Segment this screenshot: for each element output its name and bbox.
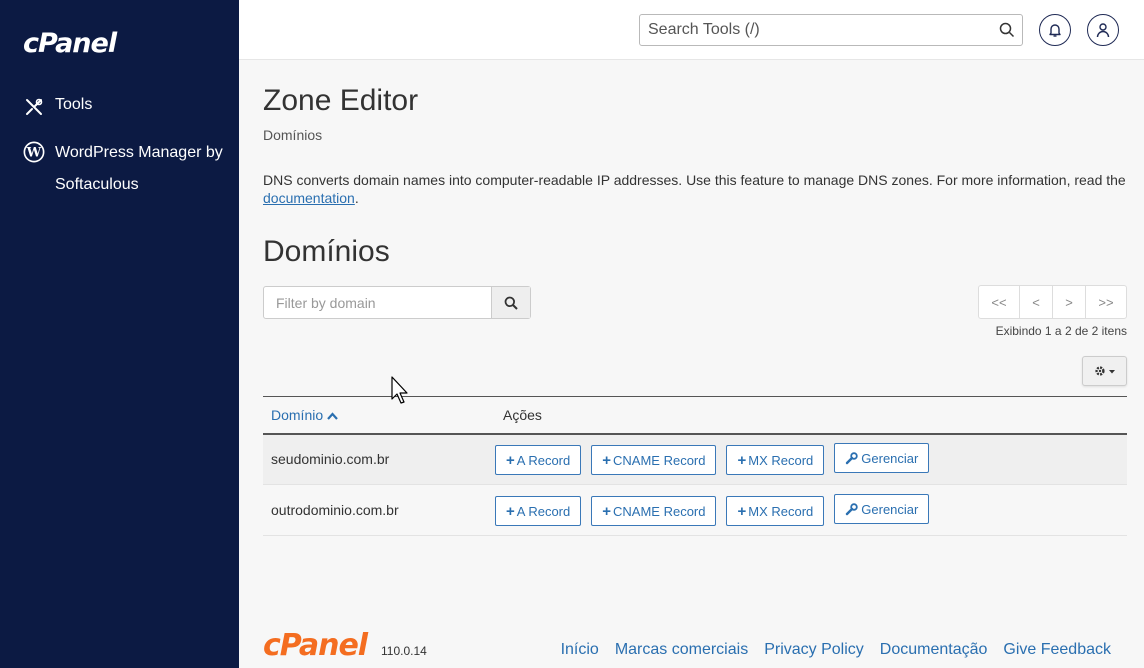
page-description: DNS converts domain names into computer-…	[263, 172, 1126, 206]
bell-icon	[1049, 24, 1061, 37]
prev-page-button[interactable]: <	[1019, 286, 1052, 318]
footer-link-trademarks[interactable]: Marcas comerciais	[615, 641, 748, 659]
sidebar-item-tools[interactable]: Tools	[23, 96, 92, 118]
column-actions-header: Ações	[503, 406, 542, 423]
section-title: Domínios	[263, 235, 390, 268]
first-page-button[interactable]: <<	[979, 286, 1019, 318]
svg-text:W: W	[26, 146, 42, 161]
gear-icon	[1094, 366, 1115, 376]
filter-search-button[interactable]	[491, 287, 530, 318]
plus-icon: +	[602, 451, 612, 469]
add-a-record-button[interactable]: + A Record	[495, 496, 582, 526]
domain-cell: seudominio.com.br	[271, 451, 390, 468]
add-a-record-button[interactable]: + A Record	[495, 445, 582, 476]
settings-dropdown-button[interactable]	[1082, 356, 1127, 386]
add-cname-record-button[interactable]: + CNAME Record	[591, 445, 717, 476]
domain-filter	[263, 286, 531, 319]
footer-link-documentation[interactable]: Documentação	[880, 641, 988, 659]
documentation-link[interactable]: documentation	[263, 190, 355, 206]
domain-cell: outrodominio.com.br	[271, 502, 399, 518]
top-bar	[239, 0, 1144, 60]
add-mx-record-button[interactable]: + MX Record	[726, 496, 825, 526]
plus-icon: +	[602, 502, 612, 520]
next-page-button[interactable]: >	[1052, 286, 1085, 318]
footer-link-feedback[interactable]: Give Feedback	[1003, 641, 1111, 659]
footer-link-privacy[interactable]: Privacy Policy	[764, 641, 864, 659]
add-cname-record-button[interactable]: + CNAME Record	[591, 496, 717, 526]
domains-table: Domínio Ações seudominio.com.br + A Recor…	[263, 396, 1127, 536]
manage-button[interactable]: Gerenciar	[834, 443, 930, 474]
item-count: Exibindo 1 a 2 de 2 itens	[995, 324, 1127, 338]
search-icon	[504, 296, 518, 310]
plus-icon: +	[506, 451, 515, 469]
search-icon[interactable]	[992, 22, 1022, 38]
sidebar: cPanel Tools W WordPress Manager by Soft…	[0, 0, 239, 668]
add-mx-record-button[interactable]: + MX Record	[726, 445, 825, 476]
plus-icon: +	[737, 502, 747, 520]
user-menu-button[interactable]	[1087, 14, 1119, 46]
sort-ascending-icon	[327, 412, 338, 420]
breadcrumb: Domínios	[263, 127, 323, 143]
wrench-icon	[846, 452, 858, 464]
sidebar-item-wordpress[interactable]: W WordPress Manager by Softaculous	[23, 141, 223, 201]
actions-cell: + A Record + CNAME Record + MX Record Gerencia…	[495, 434, 1127, 485]
wrench-icon	[846, 502, 858, 515]
wordpress-icon: W	[23, 141, 45, 163]
cpanel-logo[interactable]: cPanel	[23, 28, 117, 59]
column-domain-header[interactable]: Domínio	[263, 397, 495, 434]
search-tools	[639, 14, 1023, 46]
pagination: << < > >>	[978, 285, 1127, 319]
plus-icon: +	[506, 502, 515, 520]
plus-icon: +	[737, 451, 747, 469]
page-title: Zone Editor	[263, 84, 419, 117]
notifications-button[interactable]	[1039, 14, 1071, 46]
footer-cpanel-logo: cPanel	[263, 628, 368, 663]
table-row: outrodominio.com.br + A Record + CNAME Reco…	[263, 484, 1127, 536]
filter-input[interactable]	[264, 287, 492, 318]
tools-icon	[23, 96, 45, 118]
footer-links: Início Marcas comerciais Privacy Policy …	[561, 641, 1111, 659]
footer-link-home[interactable]: Início	[561, 641, 599, 659]
version-label: 110.0.14	[381, 644, 427, 658]
manage-button[interactable]: Gerenciar	[834, 494, 930, 524]
actions-cell: + A Record + CNAME Record + MX Record Gerencia…	[495, 485, 1127, 536]
last-page-button[interactable]: >>	[1085, 286, 1126, 318]
sidebar-item-label: WordPress Manager by Softaculous	[55, 144, 223, 193]
search-input[interactable]	[640, 15, 992, 45]
mouse-cursor-icon	[391, 376, 408, 404]
user-icon	[1096, 23, 1110, 38]
sidebar-item-label: Tools	[55, 96, 93, 113]
table-row: seudominio.com.br + A Record + CNAME Record…	[263, 433, 1127, 485]
